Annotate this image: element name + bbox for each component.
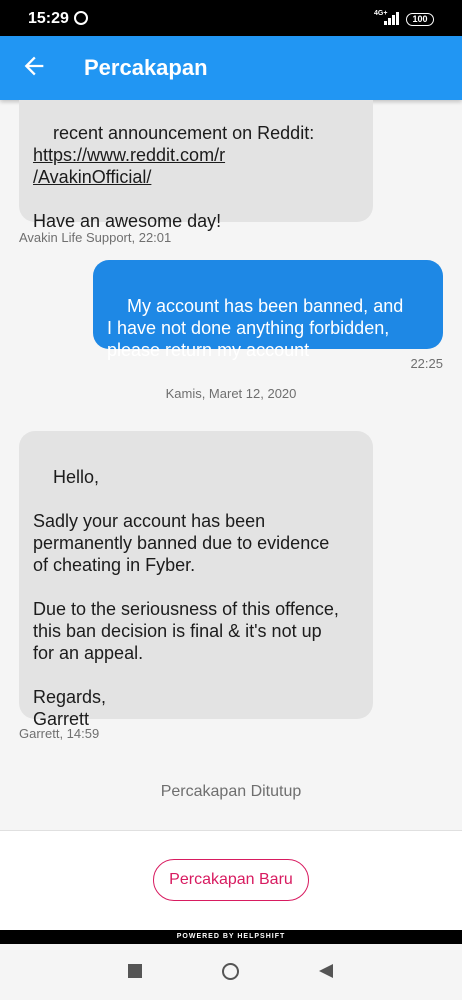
status-bar: 15:29 4G+ 100 [0, 0, 462, 36]
battery-icon: 100 [406, 13, 434, 26]
app-bar: Percakapan [0, 36, 462, 100]
status-time: 15:29 [28, 10, 69, 27]
message-meta: Garrett, 14:59 [19, 726, 100, 741]
home-icon[interactable] [222, 963, 239, 980]
message-bubble: Hello, Sadly your account has been perma… [19, 431, 373, 729]
message-text: recent announcement on Reddit: [53, 123, 315, 143]
page-title: Percakapan [84, 55, 208, 80]
powered-by-label: POWERED BY HELPSHIFT [0, 930, 462, 944]
system-nav-bar [0, 944, 462, 1000]
message-meta: 22:25 [410, 356, 443, 371]
new-conversation-button[interactable]: Percakapan Baru [153, 859, 309, 901]
alarm-icon [74, 11, 88, 25]
nav-back-icon[interactable] [317, 962, 335, 980]
date-separator: Kamis, Maret 12, 2020 [165, 386, 297, 401]
message-text: My account has been banned, and I have n… [107, 296, 404, 360]
message-bubble: recent announcement on Reddit: https://w… [19, 100, 373, 231]
signal-icon [384, 12, 400, 25]
message-bubble: My account has been banned, and I have n… [93, 260, 443, 360]
recents-icon[interactable] [128, 964, 142, 978]
message-link[interactable]: https://www.reddit.com/r /AvakinOfficial… [33, 145, 225, 187]
message-text: Have an awesome day! [33, 211, 222, 231]
message-meta: Avakin Life Support, 22:01 [19, 230, 172, 245]
footer: Percakapan Baru [0, 830, 462, 930]
conversation-list[interactable]: recent announcement on Reddit: https://w… [0, 100, 462, 830]
message-text: Hello, Sadly your account has been perma… [33, 467, 339, 729]
back-arrow-icon[interactable] [20, 52, 48, 80]
conversation-closed-label: Percakapan Ditutup [160, 783, 302, 800]
